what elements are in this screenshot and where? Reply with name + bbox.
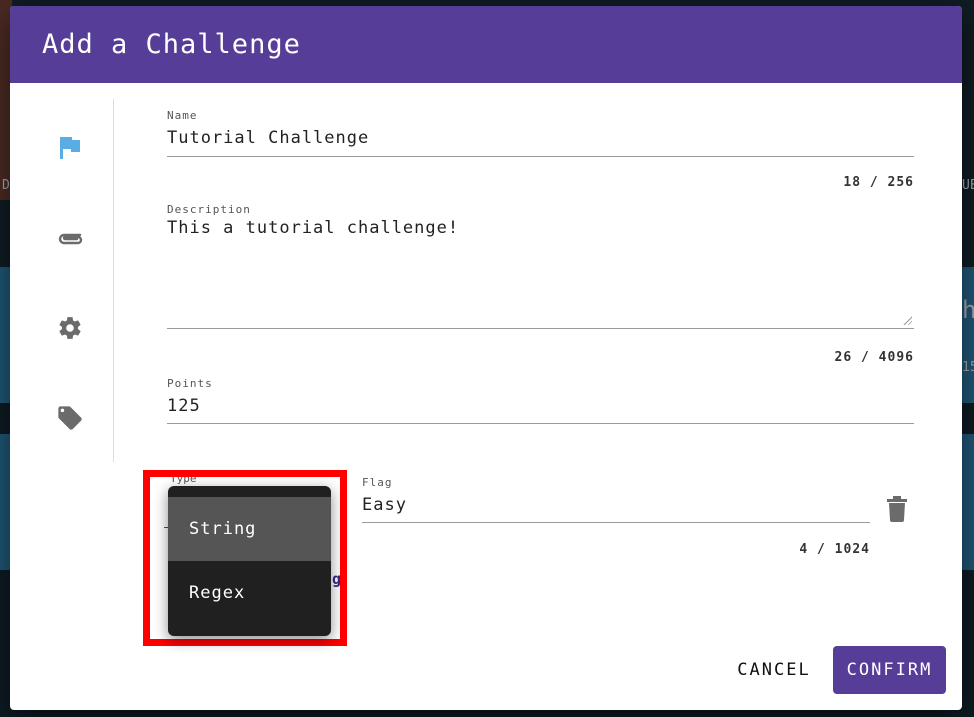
description-textarea[interactable]: This a tutorial challenge! (167, 218, 914, 328)
description-counter: 26 / 4096 (834, 350, 914, 365)
dialog-header: Add a Challenge (10, 6, 962, 83)
points-input[interactable]: 125 (167, 396, 914, 423)
section-nav-attachments[interactable] (56, 224, 84, 252)
flag-label: Flag (362, 476, 393, 489)
dropdown-padding (168, 486, 331, 497)
paperclip-icon (58, 233, 83, 245)
flag-underline (362, 522, 870, 523)
name-field[interactable]: Name Tutorial Challenge (167, 109, 914, 157)
name-counter: 18 / 256 (843, 175, 914, 190)
background-text: UE (962, 178, 974, 193)
trash-icon (887, 496, 907, 522)
confirm-button[interactable]: CONFIRM (833, 646, 946, 694)
background-text: D (2, 178, 10, 193)
points-label: Points (167, 377, 213, 390)
name-underline (167, 156, 914, 157)
flag-icon (60, 137, 80, 159)
background-text: h (962, 296, 974, 324)
description-underline (167, 328, 914, 329)
name-input[interactable]: Tutorial Challenge (167, 128, 914, 154)
name-label: Name (167, 109, 198, 122)
points-underline (167, 423, 914, 424)
type-dropdown-menu[interactable]: String Regex (168, 486, 331, 636)
section-nav-flag[interactable] (56, 134, 84, 162)
section-nav (10, 83, 114, 463)
description-field[interactable]: Description This a tutorial challenge! (167, 203, 914, 329)
tag-icon (58, 406, 82, 430)
resize-handle[interactable] (902, 315, 912, 325)
delete-flag-button[interactable] (886, 496, 910, 524)
gear-icon (59, 317, 81, 339)
points-field[interactable]: Points 125 (167, 377, 914, 424)
flag-counter: 4 / 1024 (799, 542, 870, 557)
section-divider (113, 99, 114, 462)
section-nav-tags[interactable] (56, 404, 84, 432)
dialog-title: Add a Challenge (42, 29, 301, 60)
dropdown-option-string[interactable]: String (168, 497, 331, 561)
dropdown-option-regex[interactable]: Regex (168, 561, 331, 625)
background-text: 15 (962, 360, 974, 375)
description-text: This a tutorial challenge! (167, 218, 460, 238)
flag-field[interactable]: Flag Easy (362, 476, 870, 523)
section-nav-settings[interactable] (56, 314, 84, 342)
cancel-button[interactable]: CANCEL (724, 646, 824, 694)
description-label: Description (167, 203, 251, 216)
flag-input[interactable]: Easy (362, 495, 870, 522)
